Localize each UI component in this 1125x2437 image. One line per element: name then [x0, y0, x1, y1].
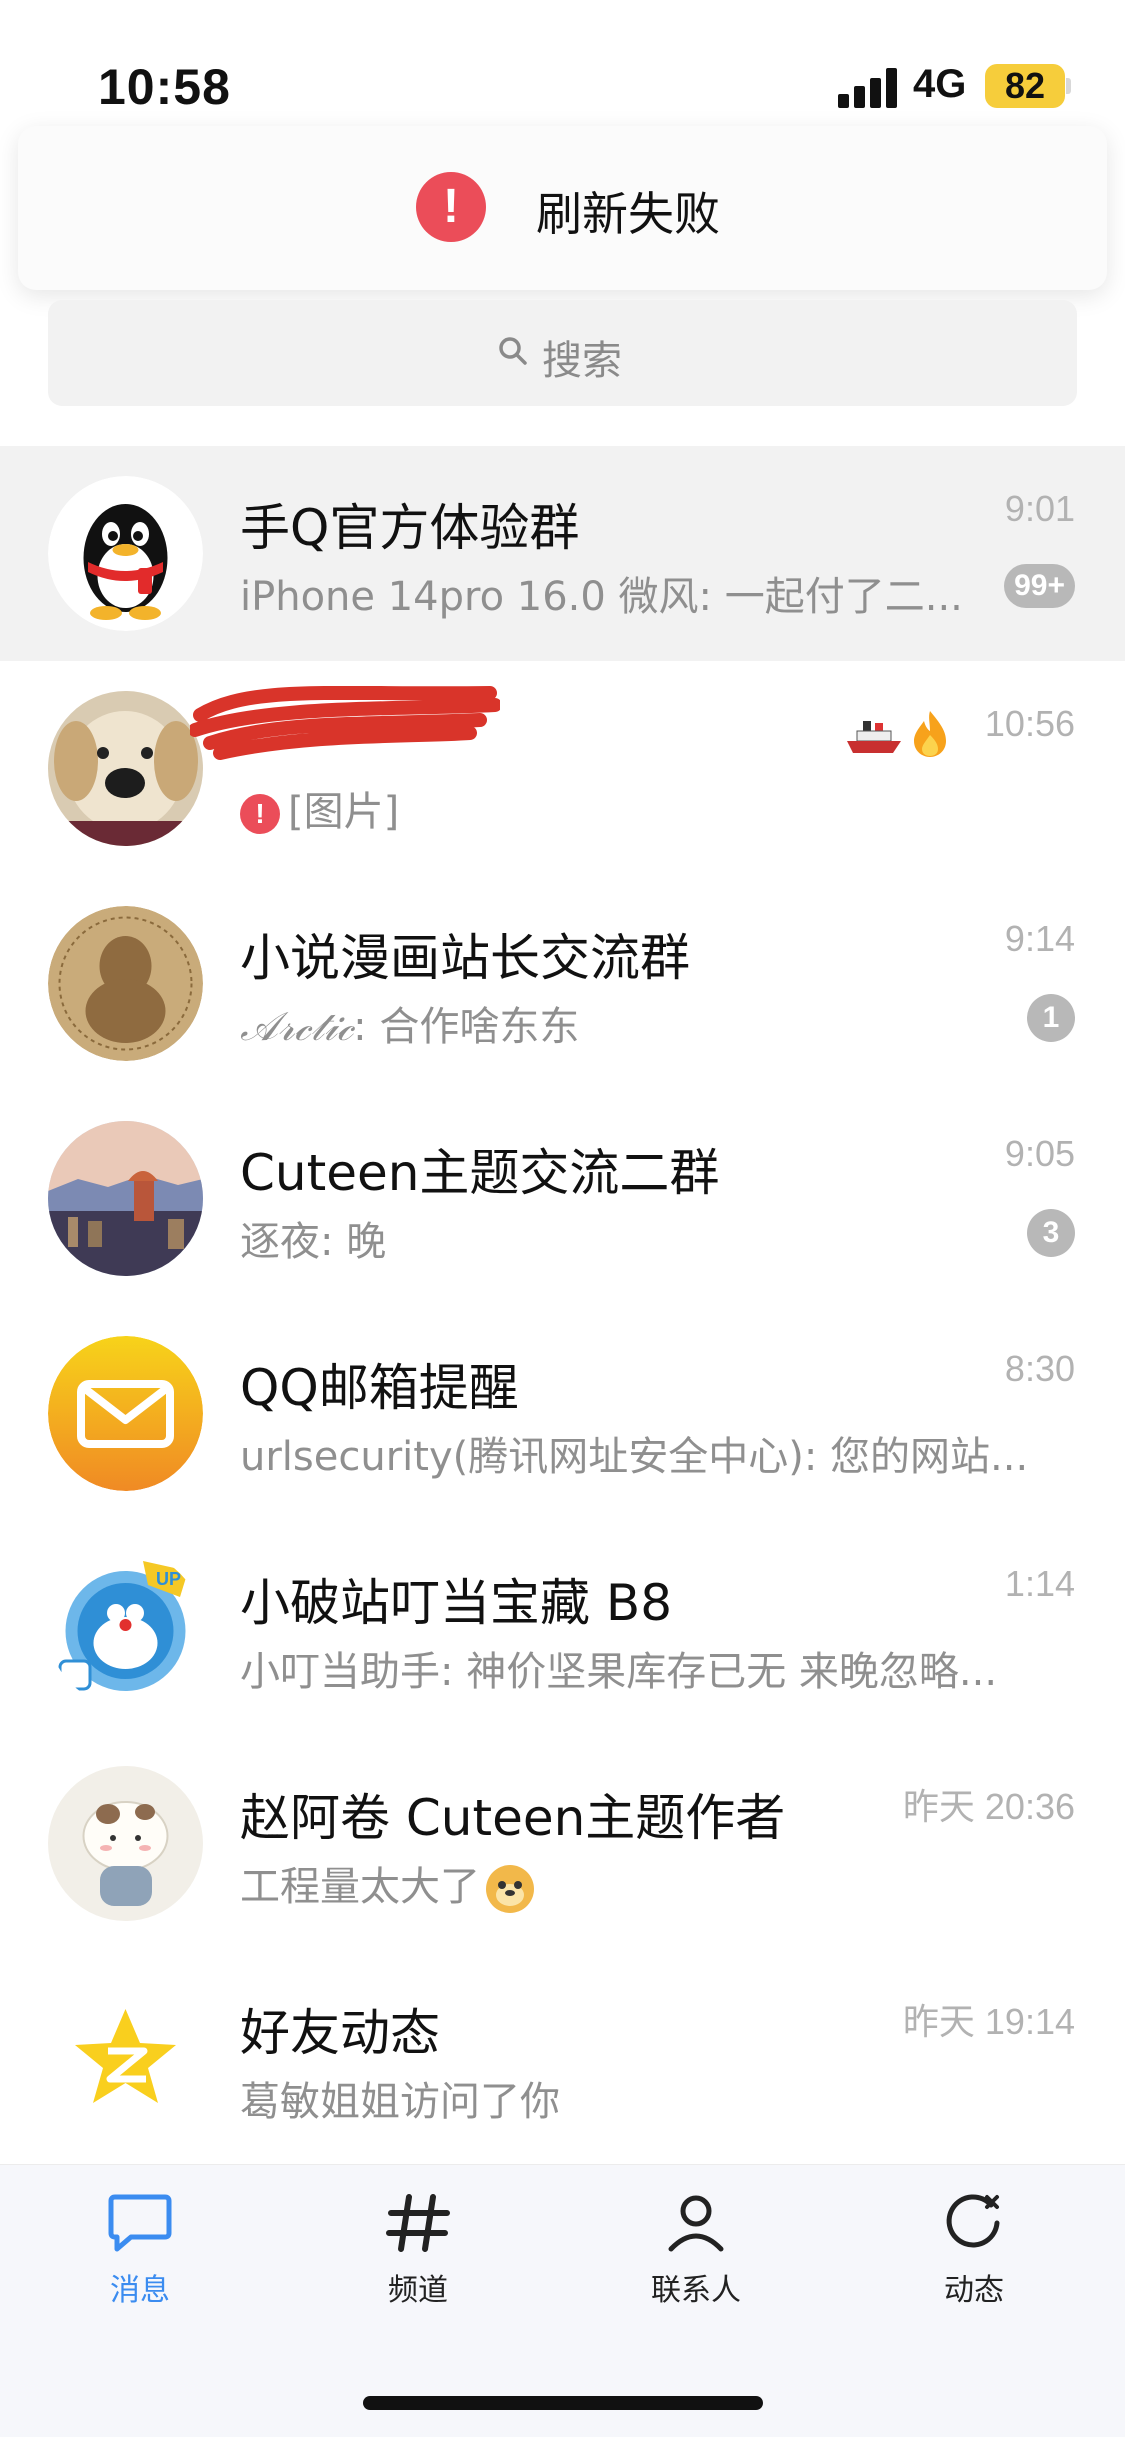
unread-badge: 1 [1027, 994, 1075, 1042]
chat-time: 昨天 20:36 [902, 1786, 1075, 1827]
tab-activity[interactable]: 动态 [874, 2193, 1074, 2309]
chat-row[interactable]: 10:56 ! [图片] [0, 661, 1125, 876]
chat-row[interactable]: 赵阿卷 Cuteen主题作者 工程量太大了 昨天 20:36 [0, 1736, 1125, 1951]
chat-row[interactable]: 小说漫画站长交流群 𝒜𝓇𝒸𝓉𝒾𝒸: 合作啥东东 9:14 1 [0, 876, 1125, 1091]
tab-label: 联系人 [651, 2273, 741, 2308]
ship-icon [847, 721, 901, 753]
chat-preview: urlsecurity(腾讯网址安全中心): 您的网站... [240, 1434, 1029, 1480]
signal-icon [838, 68, 900, 108]
chat-time: 9:01 [1004, 488, 1075, 529]
tab-messages[interactable]: 消息 [40, 2193, 240, 2309]
chat-preview: [图片] [288, 789, 400, 835]
chat-time: 10:56 [984, 703, 1075, 744]
network-type: 4G [913, 62, 967, 106]
chat-preview: 工程量太大了 [240, 1864, 480, 1910]
doge-emoji-icon [486, 1865, 534, 1913]
chat-name: 好友动态 [240, 2004, 440, 2062]
error-icon: ! [416, 172, 486, 242]
svg-text:UP: UP [156, 1569, 181, 1589]
search-placeholder: 搜索 [542, 338, 622, 384]
chat-preview: 逐夜: 晚 [240, 1219, 387, 1265]
preview-sender: 𝒜𝓇𝒸𝓉𝒾𝒸 [240, 1004, 354, 1050]
chat-name: QQ邮箱提醒 [240, 1359, 519, 1417]
tab-channel[interactable]: 频道 [318, 2193, 518, 2309]
status-time: 10:58 [98, 59, 231, 115]
dog-avatar [48, 691, 203, 846]
message-icon [108, 2194, 172, 2252]
toast-text: 刷新失败 [536, 187, 720, 241]
search-bar[interactable]: 搜索 [48, 300, 1077, 406]
chat-name: 小破站叮当宝藏 B8 [240, 1574, 673, 1632]
channel-hash-icon [386, 2194, 450, 2252]
chat-row[interactable]: 手Q官方体验群 iPhone 14pro 16.0 微风: 一起付了二... 9… [0, 446, 1125, 661]
redaction-scribble [190, 685, 500, 760]
chat-name: Cuteen主题交流二群 [240, 1144, 720, 1202]
unread-badge: 99+ [1004, 564, 1075, 608]
chat-row[interactable]: Cuteen主题交流二群 逐夜: 晚 9:05 3 [0, 1091, 1125, 1306]
battery-tip [1066, 78, 1071, 94]
fire-icon [914, 711, 946, 757]
chat-name: 赵阿卷 Cuteen主题作者 [240, 1789, 786, 1847]
chat-time: 8:30 [1004, 1348, 1075, 1389]
home-indicator[interactable] [363, 2396, 763, 2410]
qzone-star-avatar [48, 1981, 203, 2136]
chat-preview-row: 𝒜𝓇𝒸𝓉𝒾𝒸: 合作啥东东 [240, 994, 579, 1052]
chat-time: 9:14 [1004, 918, 1075, 959]
tab-contacts[interactable]: 联系人 [596, 2193, 796, 2309]
group-silhouette-avatar [48, 906, 203, 1061]
chat-row[interactable]: UP 小破站叮当宝藏 B8 小叮当助手: 神价坚果库存已无 来晚忽略... 1:… [0, 1521, 1125, 1736]
city-avatar [48, 1121, 203, 1276]
chat-row[interactable]: 好友动态 葛敏姐姐访问了你 昨天 19:14 [0, 1951, 1125, 2166]
mail-avatar [48, 1336, 203, 1491]
doraemon-avatar: UP [48, 1551, 203, 1706]
unread-badge: 3 [1027, 1209, 1075, 1257]
tab-label: 频道 [388, 2273, 448, 2308]
chat-preview: iPhone 14pro 16.0 微风: 一起付了二... [240, 574, 963, 620]
chat-name: 小说漫画站长交流群 [240, 929, 690, 987]
chat-preview: : 合作啥东东 [353, 1004, 580, 1050]
chat-time: 9:05 [1004, 1133, 1075, 1174]
search-icon [499, 337, 527, 365]
chat-preview-row: ! [图片] [240, 779, 399, 837]
chat-preview-row: 工程量太大了 [240, 1854, 536, 1915]
chat-time: 昨天 19:14 [902, 2001, 1075, 2042]
status-bar: 10:58 4G 82 [0, 0, 1125, 130]
activity-icon [946, 2194, 1000, 2248]
cat-avatar [48, 1766, 203, 1921]
chat-preview: 葛敏姐姐访问了你 [240, 2079, 560, 2125]
send-failed-icon: ! [240, 794, 280, 834]
chat-name: 手Q官方体验群 [240, 499, 580, 557]
battery-icon: 82 [985, 64, 1065, 108]
tab-label: 动态 [944, 2273, 1004, 2308]
chat-preview: 小叮当助手: 神价坚果库存已无 来晚忽略... [240, 1649, 998, 1695]
qq-penguin-avatar [48, 476, 203, 631]
tab-label: 消息 [110, 2273, 170, 2308]
chat-row[interactable]: QQ邮箱提醒 urlsecurity(腾讯网址安全中心): 您的网站... 8:… [0, 1306, 1125, 1521]
chat-time: 1:14 [1004, 1563, 1075, 1604]
refresh-failed-toast: ! 刷新失败 [18, 126, 1107, 290]
contacts-icon [668, 2195, 724, 2252]
